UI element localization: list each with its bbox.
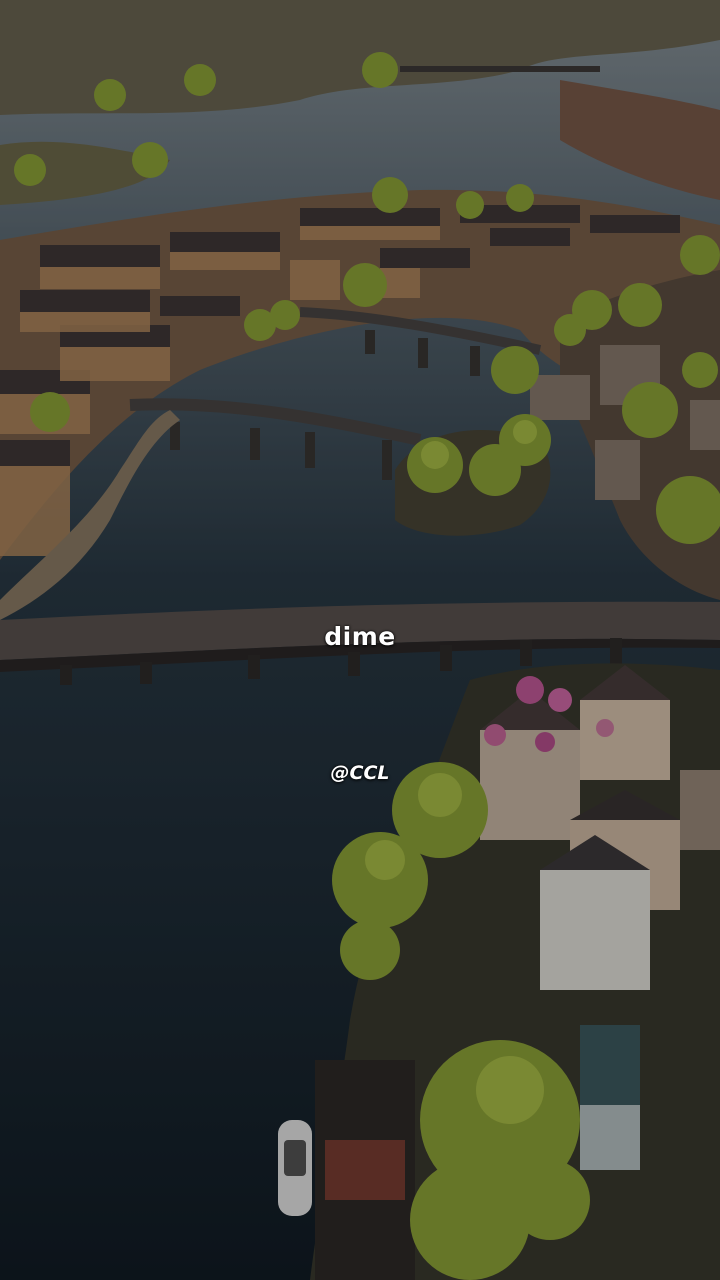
far-bridge	[400, 66, 600, 72]
video-caption: dime	[324, 622, 396, 651]
creator-watermark: @CCL	[330, 762, 390, 784]
video-frame[interactable]: dime @CCL	[0, 0, 720, 1280]
